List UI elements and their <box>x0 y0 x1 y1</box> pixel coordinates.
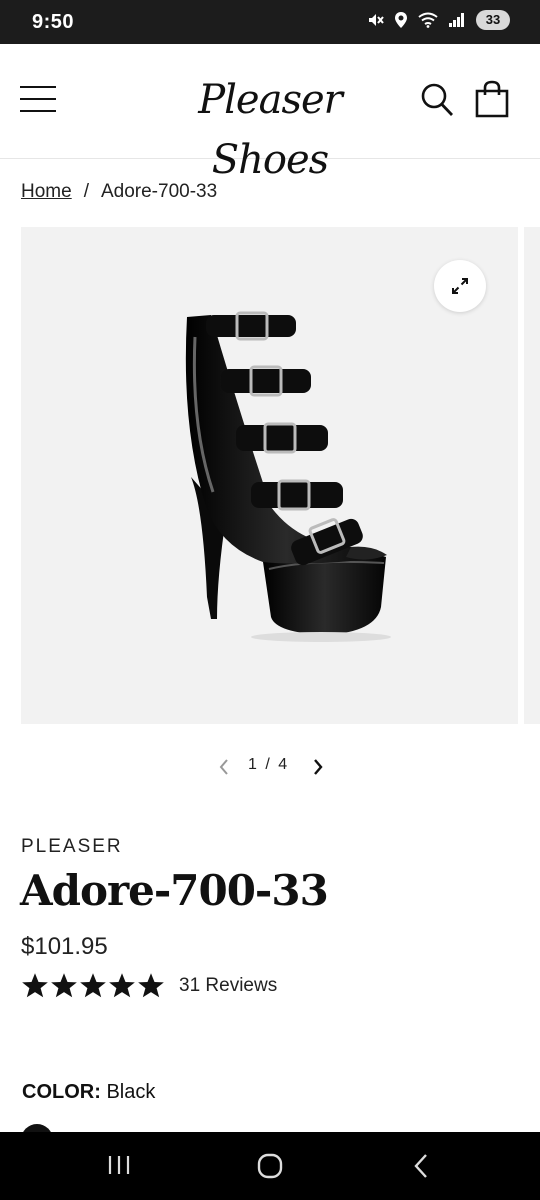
shopping-bag-icon <box>475 80 509 118</box>
recent-apps-icon <box>108 1156 130 1174</box>
search-button[interactable] <box>420 82 454 123</box>
home-button[interactable] <box>256 1152 284 1185</box>
star-icon <box>51 973 77 998</box>
mute-icon <box>369 14 384 26</box>
breadcrumb-separator: / <box>83 181 89 202</box>
reviews-link[interactable]: 31 Reviews <box>179 975 277 997</box>
gallery-current-index: 1 <box>248 756 259 773</box>
product-image-gallery[interactable] <box>21 227 518 724</box>
product-rating[interactable]: 31 Reviews <box>21 972 277 999</box>
signal-icon <box>449 13 464 27</box>
back-button[interactable] <box>408 1152 434 1185</box>
search-icon <box>421 83 454 116</box>
product-vendor[interactable]: PLEASER <box>21 836 123 858</box>
color-label: COLOR: <box>22 1081 101 1103</box>
star-icon <box>138 973 164 998</box>
status-bar: 9:50 33 <box>0 0 540 44</box>
product-price: $101.95 <box>21 933 108 960</box>
battery-indicator: 33 <box>476 10 510 30</box>
back-icon <box>414 1154 427 1178</box>
cart-button[interactable] <box>474 80 510 123</box>
product-title: Adore-700-33 <box>20 866 329 915</box>
next-image-button[interactable] <box>308 756 328 783</box>
menu-button[interactable] <box>20 84 58 114</box>
logo[interactable]: Pleaser Shoes <box>150 70 390 183</box>
color-selector-label: COLOR: Black <box>22 1081 155 1104</box>
gallery-pager: 1 / 4 <box>0 752 540 782</box>
hamburger-icon-line <box>20 98 56 100</box>
hamburger-icon-line <box>20 110 56 112</box>
next-image-peek <box>524 227 540 724</box>
star-icon <box>22 973 48 998</box>
star-rating <box>21 972 165 999</box>
expand-image-button[interactable] <box>434 260 486 312</box>
location-icon <box>395 12 407 28</box>
breadcrumb-home-link[interactable]: Home <box>21 181 72 203</box>
home-icon <box>257 1153 283 1179</box>
gallery-counter: 1 / 4 <box>248 756 289 774</box>
breadcrumb-current: Adore-700-33 <box>100 181 218 202</box>
expand-icon <box>452 278 468 294</box>
gallery-counter-separator: / <box>265 756 272 773</box>
system-navigation-bar <box>0 1132 540 1200</box>
status-time: 9:50 <box>32 11 75 33</box>
breadcrumb: Home / Adore-700-33 <box>21 181 217 203</box>
chevron-right-icon <box>314 759 323 775</box>
chevron-left-icon <box>219 759 228 775</box>
site-header: Pleaser Shoes <box>0 44 540 183</box>
previous-image-button[interactable] <box>214 756 234 783</box>
color-value: Black <box>106 1081 156 1103</box>
star-icon <box>80 973 106 998</box>
wifi-icon <box>418 12 438 28</box>
gallery-total: 4 <box>278 756 290 773</box>
recent-apps-button[interactable] <box>106 1152 132 1183</box>
hamburger-icon-line <box>20 86 56 88</box>
star-icon <box>109 973 135 998</box>
status-icons: 33 <box>366 10 510 30</box>
product-image <box>185 311 391 642</box>
